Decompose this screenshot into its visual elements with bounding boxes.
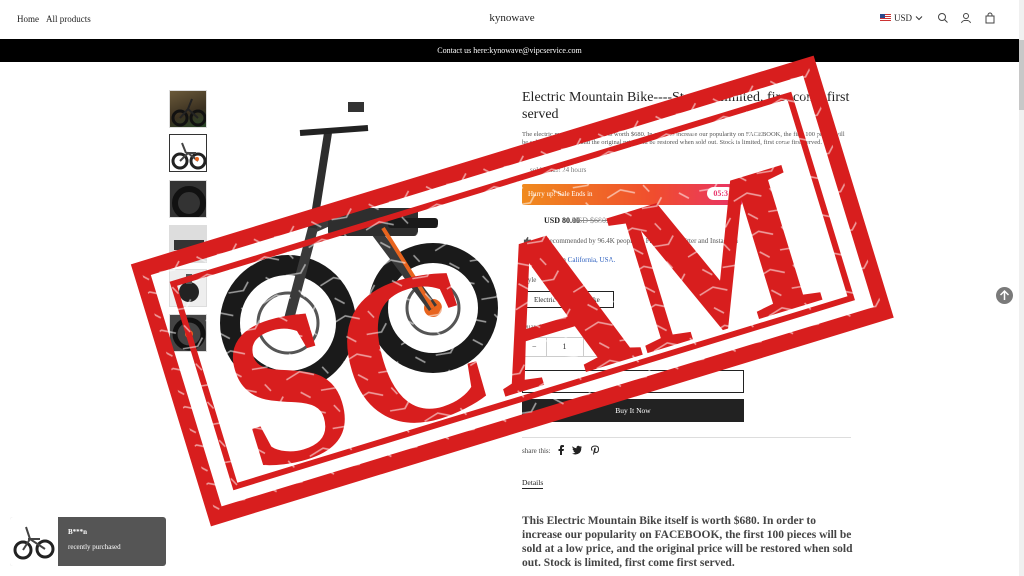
details-tab[interactable]: Details <box>522 478 544 489</box>
quantity-label: Quantity <box>522 323 547 331</box>
cart-icon[interactable] <box>984 12 996 24</box>
product-title: Electric Mountain Bike----Stock is limit… <box>522 90 850 122</box>
quantity-increase-button[interactable]: + <box>584 338 607 356</box>
page-scrollbar[interactable] <box>1019 0 1024 576</box>
ships-from-text: Ships from California, USA. <box>535 256 615 264</box>
user-icon[interactable] <box>960 12 972 24</box>
section-divider <box>522 437 851 438</box>
product-thumbnail[interactable] <box>169 314 207 352</box>
frame-thumbnail-image <box>174 240 204 250</box>
buy-now-button[interactable]: Buy It Now <box>522 399 744 422</box>
tire-thumbnail-image <box>172 186 206 217</box>
product-long-description: This Electric Mountain Bike itself is wo… <box>522 515 853 569</box>
sale-countdown-bar: Hurry up! Sale Ends in 05:3 <box>522 184 742 205</box>
product-thumbnail[interactable] <box>169 90 207 128</box>
parts-thumbnail-image <box>179 274 199 302</box>
purchaser-name: B***n <box>68 528 88 536</box>
facebook-icon[interactable] <box>556 445 566 455</box>
quantity-stepper: − 1 + <box>522 337 607 357</box>
product-original-price: USD $680.00 <box>572 216 617 225</box>
add-to-cart-button[interactable] <box>522 370 744 393</box>
quantity-decrease-button[interactable]: − <box>523 338 546 356</box>
countdown-label: Hurry up! Sale Ends in <box>528 190 593 198</box>
twitter-icon[interactable] <box>572 445 582 455</box>
purchase-status-text: recently purchased <box>68 543 121 551</box>
product-thumbnail-active[interactable] <box>169 134 207 172</box>
chevron-down-icon <box>915 16 923 21</box>
back-to-top-button[interactable] <box>996 287 1013 304</box>
popup-product-image <box>10 517 58 566</box>
currency-label: USD <box>894 13 913 23</box>
ships-prefix: Ships from <box>535 256 566 264</box>
share-label: share this: <box>522 447 551 455</box>
scrollbar-thumb[interactable] <box>1019 40 1024 110</box>
social-proof-text: Recommended by 96.4K people on Facebook,… <box>545 237 738 245</box>
style-option-button[interactable]: Electric Mountain Bike <box>524 291 614 308</box>
sold-count-text: sold in last 24 hours <box>530 166 587 174</box>
product-thumbnail[interactable] <box>169 269 207 307</box>
bike-outdoor-thumbnail-image <box>171 98 206 127</box>
ships-location-link[interactable]: California, USA. <box>568 256 616 264</box>
search-icon[interactable] <box>937 12 949 24</box>
quantity-input[interactable]: 1 <box>545 338 584 356</box>
bike-thumbnail-image <box>171 142 206 170</box>
thumbs-up-icon <box>523 236 532 245</box>
product-short-description: The electric mountain bike itself is wor… <box>522 131 845 146</box>
announcement-bar: Contact us here:kynowave@vipcservice.com <box>0 39 1019 62</box>
scam-stamp-overlay: SCAM <box>130 55 894 527</box>
product-thumbnail[interactable] <box>169 225 207 263</box>
product-main-image[interactable] <box>218 88 508 388</box>
recent-purchase-popup[interactable]: B***n recently purchased <box>10 517 166 566</box>
currency-selector[interactable]: USD <box>880 13 923 23</box>
brand-logo[interactable]: kynowave <box>0 12 1024 24</box>
us-flag-icon <box>880 14 891 22</box>
product-thumbnail[interactable] <box>169 180 207 218</box>
wheel-thumbnail-image <box>172 317 206 351</box>
countdown-value: 05:3 <box>707 187 734 200</box>
style-label: Style <box>522 276 537 284</box>
pinterest-icon[interactable] <box>590 445 600 455</box>
site-header: Home All products kynowave USD <box>0 0 1024 40</box>
